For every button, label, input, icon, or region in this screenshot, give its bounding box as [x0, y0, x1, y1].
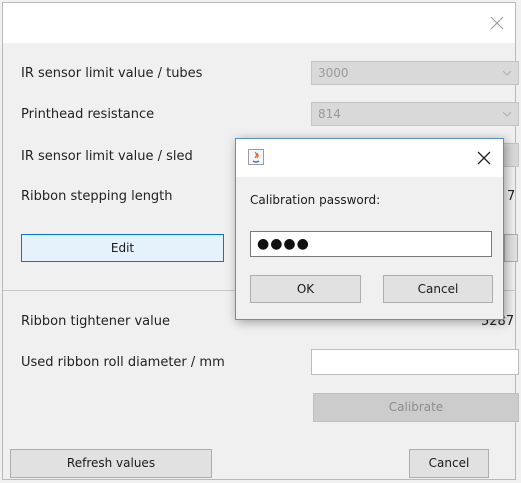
- tightener-label: Ribbon tightener value: [21, 314, 170, 329]
- roll-diameter-label: Used ribbon roll diameter / mm: [21, 355, 225, 370]
- dialog-cancel-button[interactable]: Cancel: [383, 275, 493, 303]
- dialog-ok-button[interactable]: OK: [250, 275, 361, 303]
- password-prompt: Calibration password:: [250, 193, 381, 207]
- ir-tubes-label: IR sensor limit value / tubes: [21, 66, 203, 81]
- calibrate-button[interactable]: Calibrate: [313, 393, 519, 422]
- dialog-close-icon[interactable]: [477, 151, 491, 165]
- chevron-down-icon: [503, 112, 511, 117]
- printhead-value: 814: [318, 107, 341, 121]
- edit-button[interactable]: Edit: [21, 234, 224, 262]
- cancel-button[interactable]: Cancel: [409, 449, 489, 478]
- refresh-values-button[interactable]: Refresh values: [10, 449, 212, 478]
- password-input[interactable]: ●●●●: [250, 231, 492, 257]
- save-button-partial[interactable]: [504, 234, 518, 262]
- java-icon: [248, 149, 264, 165]
- dialog-titlebar: [236, 139, 503, 177]
- ir-sled-label: IR sensor limit value / sled: [21, 149, 193, 164]
- ir-tubes-value: 3000: [318, 66, 349, 80]
- password-dialog: Calibration password: ●●●● OK Cancel: [235, 138, 504, 320]
- close-icon[interactable]: [489, 15, 505, 31]
- ribbon-step-value: 7: [507, 189, 516, 204]
- roll-diameter-input[interactable]: [311, 349, 519, 375]
- printhead-label: Printhead resistance: [21, 107, 155, 122]
- window-titlebar: [3, 3, 515, 43]
- printhead-combo[interactable]: 814: [311, 102, 519, 126]
- ribbon-step-label: Ribbon stepping length: [21, 189, 173, 204]
- chevron-down-icon: [503, 71, 511, 76]
- ir-tubes-combo[interactable]: 3000: [311, 61, 519, 85]
